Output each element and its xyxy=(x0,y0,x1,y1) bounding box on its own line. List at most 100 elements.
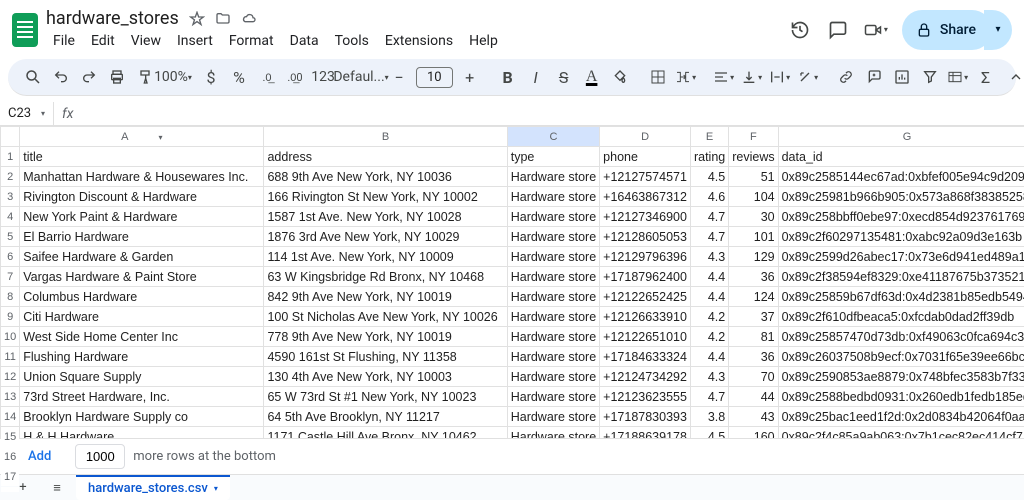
row-header[interactable]: 8 xyxy=(1,287,20,307)
cell[interactable]: +12129796396 xyxy=(600,247,691,267)
cell[interactable]: Hardware store xyxy=(507,187,599,207)
search-menus-icon[interactable] xyxy=(20,63,46,91)
table-view-button[interactable]: ▾ xyxy=(945,63,971,91)
cell[interactable]: Brooklyn Hardware Supply co xyxy=(20,407,264,427)
cell[interactable]: 0x89c25857470d73db:0xf49063c0fca694c3 xyxy=(778,327,1024,347)
cell[interactable]: +12127574571 xyxy=(600,167,691,187)
row-header[interactable]: 10 xyxy=(1,327,20,347)
cell[interactable]: Hardware store xyxy=(507,207,599,227)
all-sheets-button[interactable]: ≡ xyxy=(42,475,72,501)
cell[interactable]: 4.4 xyxy=(690,347,728,367)
cell[interactable]: 114 1st Ave. New York, NY 10009 xyxy=(264,247,507,267)
cell[interactable]: 124 xyxy=(729,287,778,307)
cell[interactable]: 842 9th Ave New York, NY 10019 xyxy=(264,287,507,307)
cell[interactable]: 4.7 xyxy=(690,207,728,227)
cell[interactable]: 3.8 xyxy=(690,407,728,427)
menu-insert[interactable]: Insert xyxy=(170,31,220,51)
percent-button[interactable]: % xyxy=(226,63,252,91)
bold-button[interactable]: B xyxy=(495,63,521,91)
cell[interactable]: 64 5th Ave Brooklyn, NY 11217 xyxy=(264,407,507,427)
cell[interactable]: West Side Home Center Inc xyxy=(20,327,264,347)
cell[interactable]: 4.7 xyxy=(690,387,728,407)
cell[interactable]: 30 xyxy=(729,207,778,227)
row-header[interactable]: 3 xyxy=(1,187,20,207)
cell[interactable]: Rivington Discount & Hardware xyxy=(20,187,264,207)
insert-comment-button[interactable] xyxy=(861,63,887,91)
comment-icon[interactable] xyxy=(826,18,850,42)
row-header[interactable]: 15 xyxy=(1,427,20,447)
menu-extensions[interactable]: Extensions xyxy=(378,31,460,51)
select-all-corner[interactable] xyxy=(1,127,20,147)
cell[interactable]: 4.4 xyxy=(690,287,728,307)
cell[interactable]: 0x89c2f60297135481:0xabc92a09d3e163b xyxy=(778,227,1024,247)
fill-color-button[interactable] xyxy=(607,63,633,91)
row-header[interactable]: 12 xyxy=(1,367,20,387)
valign-button[interactable]: ▾ xyxy=(739,63,765,91)
cell[interactable]: Hardware store xyxy=(507,367,599,387)
cell[interactable]: Hardware store xyxy=(507,327,599,347)
rotate-button[interactable]: ▾ xyxy=(795,63,821,91)
cell[interactable]: Hardware store xyxy=(507,267,599,287)
menu-data[interactable]: Data xyxy=(283,31,326,51)
cell[interactable]: 65 W 73rd St #1 New York, NY 10023 xyxy=(264,387,507,407)
cell[interactable]: 4.6 xyxy=(690,187,728,207)
cell[interactable]: 130 4th Ave New York, NY 10003 xyxy=(264,367,507,387)
cell[interactable]: +12122652425 xyxy=(600,287,691,307)
cell[interactable]: 0x89c26037508b9ecf:0x7031f65e39ee66bc xyxy=(778,347,1024,367)
menu-tools[interactable]: Tools xyxy=(328,31,376,51)
sheets-logo-icon[interactable] xyxy=(12,13,38,47)
row-header[interactable]: 13 xyxy=(1,387,20,407)
cell[interactable]: 0x89c2599d26abec17:0x73e6d941ed489a17 xyxy=(778,247,1024,267)
cell[interactable]: 4.3 xyxy=(690,367,728,387)
row-header[interactable]: 4 xyxy=(1,207,20,227)
cell[interactable]: 688 9th Ave New York, NY 10036 xyxy=(264,167,507,187)
cell[interactable]: +12124734292 xyxy=(600,367,691,387)
star-icon[interactable] xyxy=(189,11,205,27)
cell[interactable]: +17187830393 xyxy=(600,407,691,427)
cell[interactable]: 0x89c2f610dfbeaca5:0xfcdab0dad2ff39db xyxy=(778,307,1024,327)
cell[interactable]: 81 xyxy=(729,327,778,347)
move-folder-icon[interactable] xyxy=(215,11,231,27)
font-select[interactable]: Defaul... ▾ xyxy=(348,63,374,91)
cell[interactable]: 0x89c258bbff0ebe97:0xecd854d923761769 xyxy=(778,207,1024,227)
italic-button[interactable]: I xyxy=(523,63,549,91)
collapse-toolbar-icon[interactable] xyxy=(1003,63,1024,91)
cell[interactable]: Hardware store xyxy=(507,307,599,327)
cell[interactable]: Hardware store xyxy=(507,387,599,407)
cell[interactable]: 104 xyxy=(729,187,778,207)
row-header[interactable]: 1 xyxy=(1,147,20,167)
cell[interactable]: +17184633324 xyxy=(600,347,691,367)
cell[interactable]: 4.5 xyxy=(690,167,728,187)
add-rows-button[interactable]: Add xyxy=(12,443,67,470)
currency-button[interactable]: $ xyxy=(198,63,224,91)
print-icon[interactable] xyxy=(104,63,130,91)
cell[interactable]: 0x89c25981b966b905:0x573a868f38385258 xyxy=(778,187,1024,207)
cloud-status-icon[interactable] xyxy=(241,11,257,27)
fontsize-decrease[interactable]: − xyxy=(386,63,412,91)
row-header[interactable]: 7 xyxy=(1,267,20,287)
cell[interactable]: +12128605053 xyxy=(600,227,691,247)
cell[interactable]: +12127346900 xyxy=(600,207,691,227)
row-header[interactable]: 16 xyxy=(1,447,20,467)
cell[interactable]: title xyxy=(20,147,264,167)
strikethrough-button[interactable]: S xyxy=(551,63,577,91)
cell[interactable]: 73rd Street Hardware, Inc. xyxy=(20,387,264,407)
zoom-select[interactable]: 100% ▾ xyxy=(160,63,186,91)
cell[interactable]: 4.4 xyxy=(690,267,728,287)
cell[interactable]: 4.3 xyxy=(690,247,728,267)
row-header[interactable]: 9 xyxy=(1,307,20,327)
increase-decimal-button[interactable]: .0̲0 xyxy=(282,63,308,91)
cell[interactable]: 100 St Nicholas Ave New York, NY 10026 xyxy=(264,307,507,327)
cell[interactable]: 4.2 xyxy=(690,327,728,347)
history-icon[interactable] xyxy=(788,18,812,42)
sheet-tab-menu-icon[interactable]: ▾ xyxy=(214,484,218,493)
cell[interactable]: 43 xyxy=(729,407,778,427)
cell[interactable]: 0x89c2588bedbd0931:0x260edb1fedb185ed xyxy=(778,387,1024,407)
cell[interactable]: +17187962400 xyxy=(600,267,691,287)
cell[interactable]: Hardware store xyxy=(507,287,599,307)
cell[interactable]: 0x89c25bac1eed1f2d:0x2d0834b42064f0aa xyxy=(778,407,1024,427)
menu-view[interactable]: View xyxy=(124,31,168,51)
cell[interactable]: 101 xyxy=(729,227,778,247)
formula-input[interactable] xyxy=(81,102,1024,125)
cell[interactable]: 0x89c2590853ae8879:0x748bfec3583b7f33 xyxy=(778,367,1024,387)
